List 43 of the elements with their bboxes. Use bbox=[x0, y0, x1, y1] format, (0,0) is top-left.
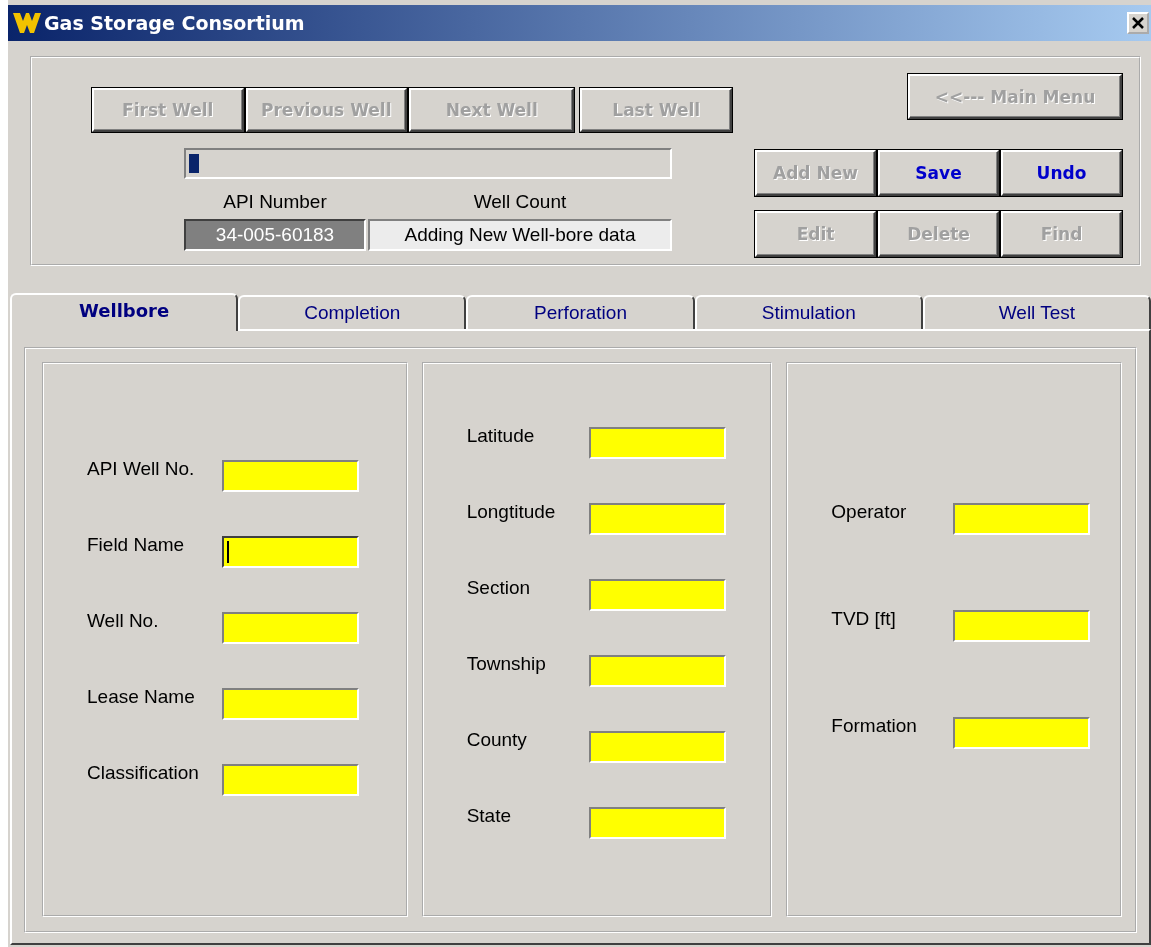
well-count-field: Adding New Well-bore data bbox=[368, 219, 672, 251]
input-field[interactable] bbox=[222, 688, 359, 720]
input-field[interactable] bbox=[222, 536, 359, 568]
logo-icon bbox=[12, 11, 42, 35]
tab[interactable]: Completion bbox=[238, 295, 467, 329]
input-field[interactable] bbox=[953, 503, 1091, 535]
input-field[interactable] bbox=[588, 655, 726, 687]
field-label: Section bbox=[466, 577, 532, 599]
tab[interactable]: Stimulation bbox=[694, 295, 923, 329]
save-button[interactable]: Save bbox=[878, 150, 999, 196]
field-label: Township bbox=[466, 653, 547, 675]
field-label: County bbox=[466, 729, 528, 751]
field-label: Latitude bbox=[466, 425, 536, 447]
input-field[interactable] bbox=[222, 460, 359, 492]
field-label: Formation bbox=[831, 715, 918, 737]
tab[interactable]: Wellbore bbox=[10, 293, 239, 331]
close-icon bbox=[1131, 16, 1145, 30]
field-label: State bbox=[466, 805, 513, 827]
field-label: TVD [ft] bbox=[831, 608, 897, 630]
input-field[interactable] bbox=[222, 764, 359, 796]
input-field[interactable] bbox=[588, 427, 726, 459]
input-field[interactable] bbox=[588, 807, 726, 839]
input-field[interactable] bbox=[953, 610, 1091, 642]
well-count-label: Well Count bbox=[473, 191, 567, 213]
close-button[interactable] bbox=[1127, 12, 1149, 34]
field-label: Lease Name bbox=[87, 686, 196, 708]
field-label: API Well No. bbox=[87, 458, 196, 480]
input-field[interactable] bbox=[222, 612, 359, 644]
input-field[interactable] bbox=[588, 731, 726, 763]
api-number-label: API Number bbox=[223, 191, 327, 213]
tab[interactable]: Perforation bbox=[466, 295, 695, 329]
field-label: Field Name bbox=[87, 534, 186, 556]
input-field[interactable] bbox=[588, 579, 726, 611]
tab[interactable]: Well Test bbox=[922, 295, 1151, 329]
field-label: Operator bbox=[831, 501, 908, 523]
input-field[interactable] bbox=[588, 503, 726, 535]
field-label: Classification bbox=[87, 762, 200, 784]
input-field[interactable] bbox=[953, 717, 1091, 749]
window-title: Gas Storage Consortium bbox=[44, 12, 305, 34]
api-number-field: 34-005-60183 bbox=[184, 219, 366, 251]
undo-button[interactable]: Undo bbox=[1001, 150, 1122, 196]
field-label: Longtitude bbox=[466, 501, 557, 523]
field-label: Well No. bbox=[87, 610, 160, 632]
